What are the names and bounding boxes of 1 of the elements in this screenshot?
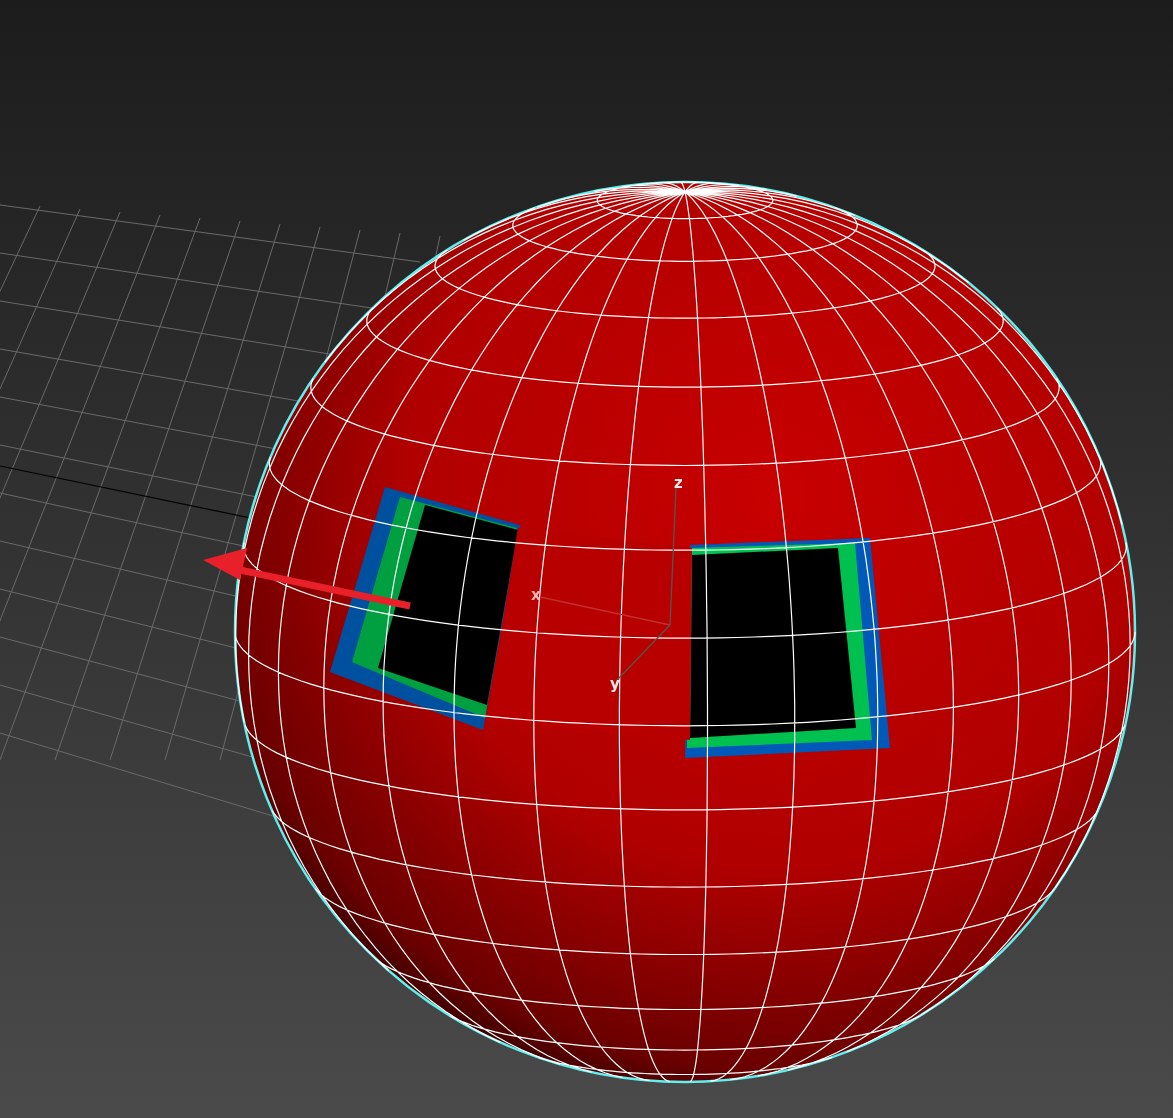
axis-label: z <box>674 474 683 492</box>
